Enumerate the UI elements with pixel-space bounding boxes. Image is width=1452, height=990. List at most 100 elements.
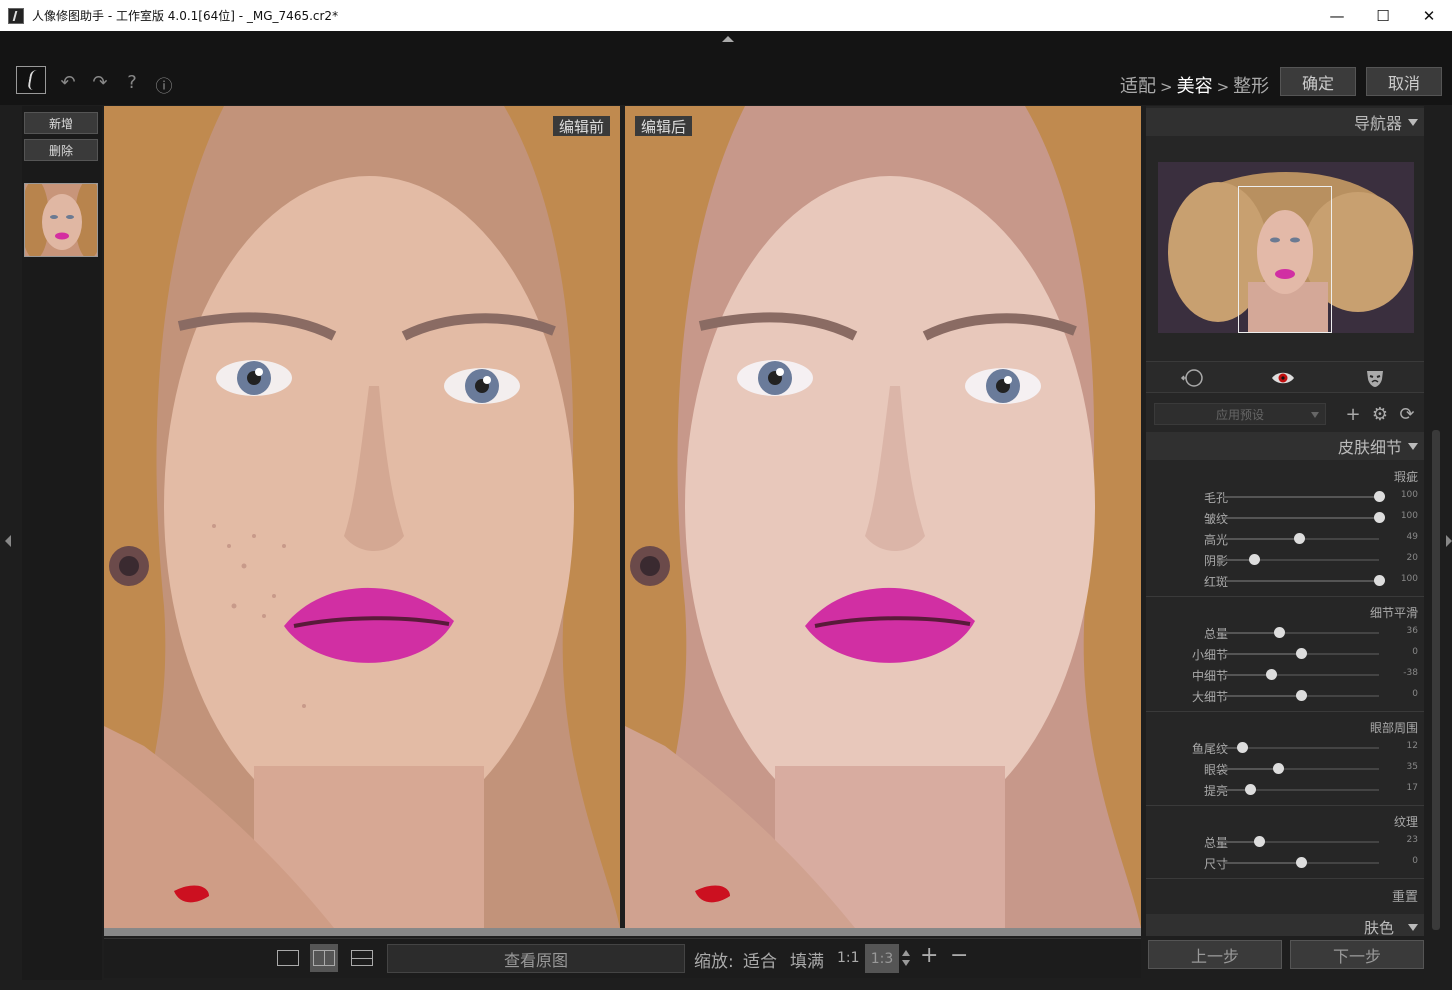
slider-track[interactable] <box>1223 763 1379 774</box>
face-profile-icon[interactable] <box>1180 368 1204 388</box>
before-photo[interactable]: 编辑前 <box>104 106 620 928</box>
slider-knob[interactable] <box>1374 512 1385 523</box>
slider-knob[interactable] <box>1274 627 1286 638</box>
slider-track[interactable] <box>1223 533 1379 544</box>
step-fit[interactable]: 适配 <box>1120 72 1156 98</box>
collapse-left-icon[interactable] <box>5 535 11 547</box>
after-photo[interactable]: 编辑后 <box>625 106 1141 928</box>
slider-row: 皱纹 100 <box>1146 509 1424 527</box>
slider-value: 49 <box>1406 532 1418 542</box>
slider-knob[interactable] <box>1266 669 1278 680</box>
help-icon[interactable]: ? <box>121 72 143 93</box>
photo-scrollbar[interactable] <box>104 928 1141 936</box>
maximize-button[interactable]: ☐ <box>1360 0 1406 31</box>
slider-track[interactable] <box>1223 554 1379 565</box>
slider-row: 大细节 0 <box>1146 687 1424 705</box>
after-label: 编辑后 <box>635 116 693 136</box>
slider-group-title: 瑕疵 <box>1393 470 1418 484</box>
slider-track[interactable] <box>1223 512 1385 523</box>
slider-track[interactable] <box>1223 836 1379 847</box>
navigator-preview[interactable] <box>1158 162 1414 333</box>
slider-track[interactable] <box>1223 690 1379 701</box>
zoom-fit-button[interactable]: 适合 <box>743 947 777 972</box>
next-step-button[interactable]: 下一步 <box>1290 940 1424 969</box>
previous-step-button[interactable]: 上一步 <box>1148 940 1282 969</box>
window-controls: — ☐ ✕ <box>1314 0 1452 31</box>
preset-settings-icon[interactable]: ⚙ <box>1369 403 1391 425</box>
redo-icon[interactable]: ↷ <box>89 72 111 93</box>
slider-knob[interactable] <box>1296 648 1307 659</box>
preset-dropdown[interactable]: 应用预设 <box>1154 403 1326 425</box>
view-original-button[interactable]: 查看原图 <box>387 944 685 973</box>
zoom-down-icon[interactable] <box>902 960 910 966</box>
close-button[interactable]: ✕ <box>1406 0 1452 31</box>
single-view-button[interactable] <box>274 944 302 972</box>
slider-track[interactable] <box>1223 575 1385 586</box>
zoom-up-icon[interactable] <box>902 950 910 956</box>
slider-knob[interactable] <box>1374 575 1385 586</box>
slider-value: 0 <box>1412 856 1418 866</box>
navigator-viewport[interactable] <box>1238 186 1332 333</box>
reset-button[interactable]: 重置 <box>1392 886 1418 905</box>
slider-knob[interactable] <box>1374 491 1385 502</box>
step-beauty[interactable]: 美容 <box>1177 72 1213 98</box>
slider-knob[interactable] <box>1253 836 1265 847</box>
zoom-label: 缩放: <box>694 952 734 972</box>
add-preset-button[interactable]: + <box>1342 403 1364 425</box>
slider-knob[interactable] <box>1249 554 1261 565</box>
skin-detail-title: 皮肤细节 <box>1337 438 1402 457</box>
title-bar: 人像修图助手 - 工作室版 4.0.1[64位] - _MG_7465.cr2*… <box>0 0 1452 31</box>
slider-knob[interactable] <box>1296 690 1307 701</box>
slider-row: 小细节 0 <box>1146 645 1424 663</box>
slider-fill <box>1223 496 1379 498</box>
minimize-button[interactable]: — <box>1314 0 1360 31</box>
slider-track[interactable] <box>1223 742 1379 753</box>
slider-track[interactable] <box>1223 784 1379 795</box>
zoom-fill-button[interactable]: 填满 <box>790 947 824 972</box>
slider-knob[interactable] <box>1244 784 1256 795</box>
slider-knob[interactable] <box>1272 763 1284 774</box>
slider-fill <box>1223 632 1280 634</box>
split-vertical-view-button[interactable] <box>310 944 338 972</box>
skin-tone-title: 肤色 <box>1363 919 1394 936</box>
navigator-header[interactable]: 导航器 <box>1146 108 1424 136</box>
delete-button[interactable]: 删除 <box>24 139 98 161</box>
zoom-out-button[interactable]: − <box>950 943 968 968</box>
undo-icon[interactable]: ↶ <box>57 72 79 93</box>
collapse-right-icon[interactable] <box>1446 535 1452 547</box>
add-button[interactable]: 新增 <box>24 112 98 134</box>
photo-thumbnail[interactable] <box>24 183 98 257</box>
cancel-button[interactable]: 取消 <box>1366 67 1442 96</box>
panel-scrollbar[interactable] <box>1432 430 1440 930</box>
slider-row: 阴影 20 <box>1146 551 1424 569</box>
slider-value: 0 <box>1412 689 1418 699</box>
slider-knob[interactable] <box>1296 857 1307 868</box>
slider-knob[interactable] <box>1294 533 1306 544</box>
zoom-ratio-field[interactable]: 1:3 <box>865 944 899 973</box>
zoom-in-button[interactable]: + <box>920 943 938 968</box>
single-view-icon <box>277 950 299 966</box>
zoom-1-1-button[interactable]: 1:1 <box>837 950 860 966</box>
divider <box>1146 878 1424 879</box>
skin-tone-header[interactable]: 肤色 <box>1146 914 1424 936</box>
right-panel: 导航器 应用预设 + ⚙ ⟳ 皮肤细节 瑕疵 毛孔 100 皱纹 100 高光 … <box>1146 106 1424 936</box>
confirm-button[interactable]: 确定 <box>1280 67 1356 96</box>
slider-fill <box>1223 674 1272 676</box>
collapse-top-icon[interactable] <box>722 36 734 42</box>
app-logo-icon <box>16 66 46 94</box>
info-icon[interactable]: ⓘ <box>153 72 175 97</box>
slider-knob[interactable] <box>1236 742 1248 753</box>
skin-detail-header[interactable]: 皮肤细节 <box>1146 432 1424 460</box>
slider-track[interactable] <box>1223 648 1379 659</box>
slider-track[interactable] <box>1223 857 1379 868</box>
mask-icon[interactable] <box>1363 368 1387 388</box>
split-horizontal-view-button[interactable] <box>348 944 376 972</box>
step-separator: > <box>1216 78 1230 96</box>
slider-track[interactable] <box>1223 627 1379 638</box>
step-reshape[interactable]: 整形 <box>1233 72 1269 98</box>
slider-track[interactable] <box>1223 669 1379 680</box>
preset-refresh-icon[interactable]: ⟳ <box>1396 403 1418 425</box>
red-eye-icon[interactable] <box>1271 368 1295 388</box>
slider-track[interactable] <box>1223 491 1385 502</box>
slider-row: 毛孔 100 <box>1146 488 1424 506</box>
